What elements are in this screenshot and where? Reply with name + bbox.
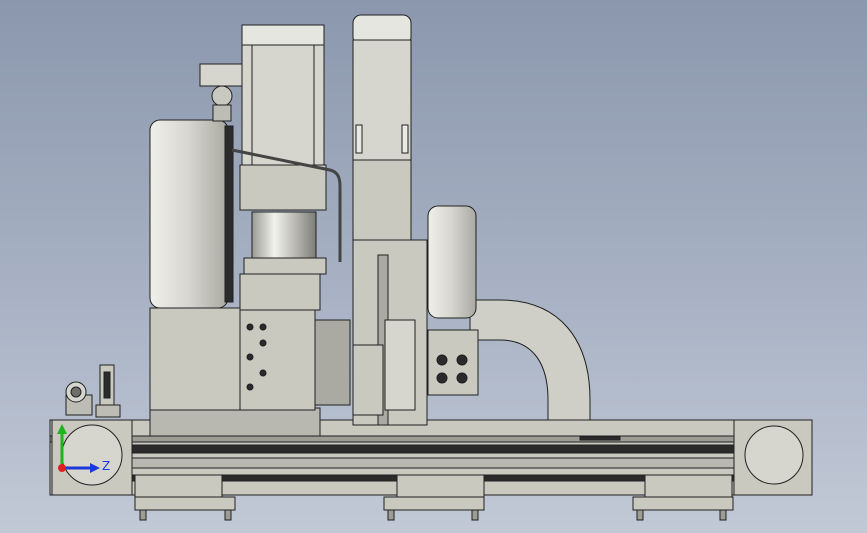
mounting-foot: [134, 474, 236, 521]
drum-housing-right: [427, 205, 477, 319]
drum-housing: [149, 119, 234, 309]
gantry-model-view[interactable]: Z: [0, 0, 867, 533]
end-cap-right: [733, 419, 813, 496]
left-carriage-block: [149, 307, 351, 437]
triad-z-label: Z: [102, 459, 110, 473]
cad-viewport[interactable]: Z: [0, 0, 867, 533]
mounting-foot: [632, 474, 734, 521]
cable-carrier: [469, 299, 591, 426]
cable-connector-icon: [95, 364, 121, 418]
cable-connector-icon: [65, 381, 93, 416]
cable-connector-icon: [199, 63, 243, 122]
mounting-foot: [383, 474, 485, 521]
